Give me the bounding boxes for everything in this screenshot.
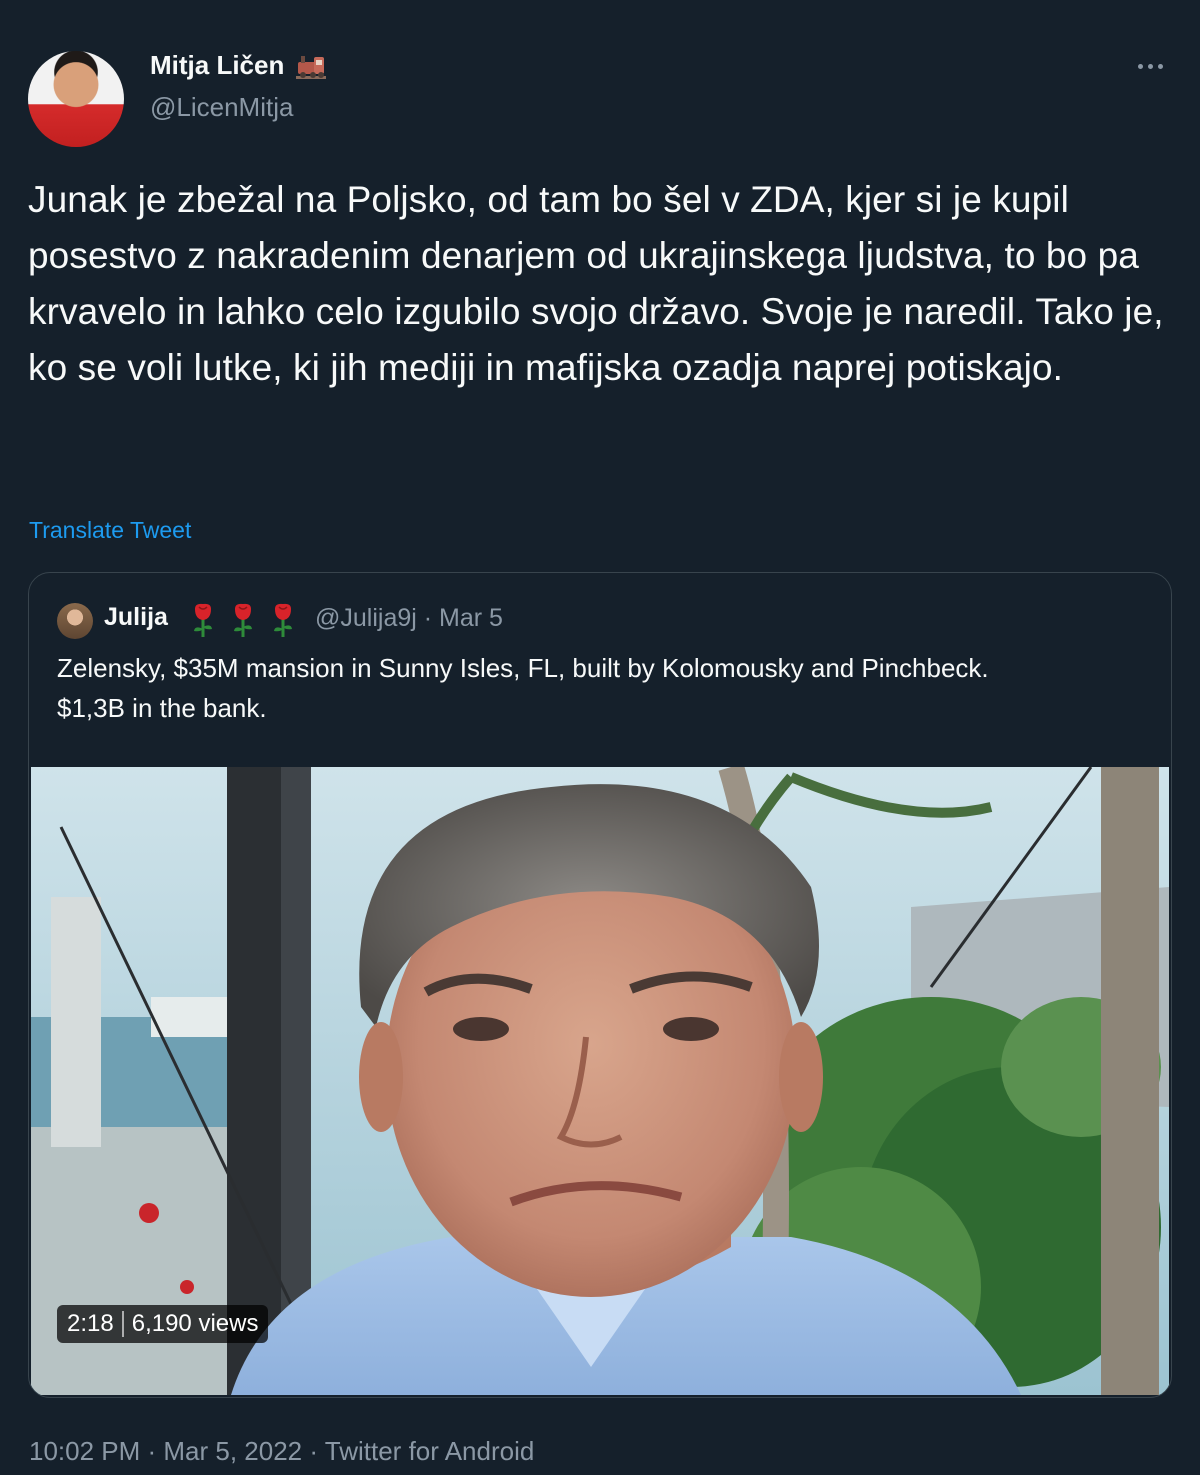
tweet-timestamp[interactable]: 10:02 PM · Mar 5, 2022 · Twitter for And…	[29, 1436, 534, 1467]
quoted-author-avatar	[57, 603, 93, 639]
author-name[interactable]: Mitja Ličen	[150, 50, 284, 81]
rose-icon	[234, 603, 252, 637]
train-icon	[296, 55, 327, 79]
quoted-tweet-text: Zelensky, $35M mansion in Sunny Isles, F…	[57, 653, 989, 723]
quoted-tweet[interactable]: Julija @Julija9j · Mar 5 Zelensky, $35M …	[28, 572, 1172, 1398]
rose-icon	[194, 603, 212, 637]
translate-tweet-link[interactable]: Translate Tweet	[29, 517, 191, 544]
divider	[121, 1311, 124, 1337]
video-views: 6,190 views	[131, 1310, 259, 1337]
more-dot	[1157, 63, 1163, 69]
rose-icon	[274, 603, 292, 637]
tweet-text: Junak je zbežal na Poljsko, od tam bo še…	[28, 179, 1164, 388]
author-avatar[interactable]	[28, 51, 124, 147]
quoted-author-name: Julija	[104, 603, 168, 631]
more-dot	[1147, 63, 1153, 69]
more-horizontal-icon	[1137, 63, 1143, 69]
author-name-row[interactable]: Mitja Ličen	[150, 50, 328, 81]
tweet: Mitja Ličen @LicenMitja Junak je zbežal …	[0, 0, 1200, 1475]
video-thumbnail	[31, 767, 1169, 1395]
emoji-group	[189, 601, 297, 639]
video-stats-badge: 2:18 6,190 views	[57, 1305, 269, 1343]
quoted-handle-date[interactable]: @Julija9j · Mar 5	[315, 604, 503, 633]
author-handle[interactable]: @LicenMitja	[150, 92, 293, 123]
video-duration: 2:18	[67, 1310, 114, 1337]
video-player[interactable]: 2:18 6,190 views	[31, 767, 1169, 1395]
more-options-button[interactable]	[1130, 52, 1170, 80]
